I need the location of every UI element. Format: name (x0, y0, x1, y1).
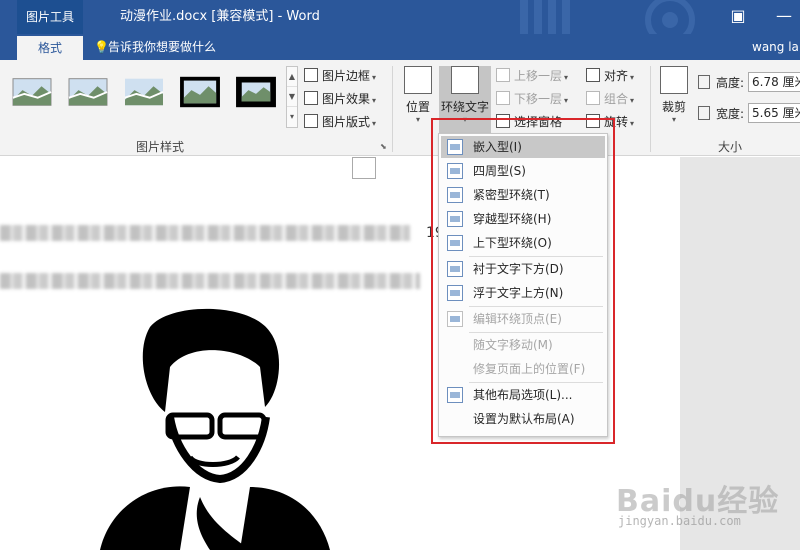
ribbon: ▲ ▼ ▾ 图片边框 ▾ 图片效果 ▾ 图片版式 ▾ 图片样式 ⬊ 位置 ▾ 环绕文字… (0, 60, 800, 156)
blurred-text-line (0, 225, 410, 241)
tell-me-search[interactable]: 💡告诉我你想要做什么 (94, 34, 216, 60)
gallery-up-icon[interactable]: ▲ (287, 67, 297, 87)
bring-forward-button[interactable]: 上移一层 ▾ (496, 66, 568, 86)
gallery-more-icon[interactable]: ▾ (287, 107, 297, 127)
wrap-text-label: 环绕文字 (440, 100, 489, 114)
document-title: 动漫作业.docx [兼容模式] - Word (120, 9, 320, 24)
wrap-text-icon (451, 66, 479, 94)
gallery-down-icon[interactable]: ▼ (287, 87, 297, 107)
position-icon (404, 66, 432, 94)
title-bar-decoration (520, 0, 695, 34)
title-bar: 图片工具 动漫作业.docx [兼容模式] - Word ▣ — (0, 0, 800, 34)
height-label: 高度: (716, 76, 745, 90)
width-icon (698, 106, 710, 120)
crop-label: 裁剪 (661, 100, 686, 114)
picture-border-label: 图片边框 (322, 69, 371, 83)
group-label-size: 大小 (717, 140, 742, 154)
ribbon-display-options-icon[interactable]: ▣ (724, 4, 752, 28)
tab-format[interactable]: 格式 (17, 36, 83, 60)
send-backward-label: 下移一层 (514, 92, 563, 106)
picture-layout-icon (304, 114, 318, 128)
position-label: 位置 (405, 100, 430, 114)
group-separator (650, 66, 651, 152)
blurred-text-line (0, 273, 420, 289)
user-name[interactable]: wang la (752, 34, 799, 60)
crop-button[interactable]: 裁剪 ▾ (656, 66, 692, 136)
crop-icon (660, 66, 688, 94)
picture-style-thumbnail[interactable] (66, 72, 110, 112)
bring-forward-icon (496, 68, 510, 82)
minimize-icon[interactable]: — (770, 4, 798, 28)
height-input[interactable]: 6.78 厘米 (748, 72, 800, 92)
group-separator (392, 66, 393, 152)
align-button[interactable]: 对齐 ▾ (586, 66, 634, 86)
picture-style-thumbnail[interactable] (234, 72, 278, 112)
height-field: 高度: 6.78 厘米 (698, 72, 800, 92)
layout-options-icon[interactable] (352, 157, 376, 179)
highlight-annotation-box (431, 118, 615, 444)
group-label-picture-styles: 图片样式 (135, 140, 184, 154)
dialog-launcher-icon[interactable]: ⬊ (380, 142, 387, 151)
photo-image[interactable] (80, 307, 340, 550)
align-label: 对齐 (604, 69, 629, 83)
height-icon (698, 75, 710, 89)
width-field: 宽度: 5.65 厘米 (698, 103, 800, 123)
picture-tools-context-label: 图片工具 (17, 0, 83, 34)
bring-forward-label: 上移一层 (514, 69, 563, 83)
ribbon-tab-row: 格式 💡告诉我你想要做什么 wang la (0, 34, 800, 60)
width-input[interactable]: 5.65 厘米 (748, 103, 800, 123)
group-button[interactable]: 组合 ▾ (586, 89, 634, 109)
watermark-sub-text: jingyan.baidu.com (618, 514, 741, 528)
tell-me-text: 告诉我你想要做什么 (108, 40, 217, 54)
width-label: 宽度: (716, 107, 745, 121)
picture-border-button[interactable]: 图片边框 ▾ (304, 66, 376, 86)
group-icon (586, 91, 600, 105)
picture-style-thumbnail[interactable] (122, 72, 166, 112)
picture-effects-label: 图片效果 (322, 92, 371, 106)
picture-style-thumbnail[interactable] (10, 72, 54, 112)
baidu-watermark: Baidu经验 jingyan.baidu.com (612, 470, 792, 540)
picture-border-icon (304, 68, 318, 82)
send-backward-button[interactable]: 下移一层 ▾ (496, 89, 568, 109)
picture-layout-button[interactable]: 图片版式 ▾ (304, 112, 376, 132)
picture-effects-button[interactable]: 图片效果 ▾ (304, 89, 376, 109)
group-label: 组合 (604, 92, 629, 106)
style-gallery-scroll[interactable]: ▲ ▼ ▾ (286, 66, 298, 128)
picture-layout-label: 图片版式 (322, 115, 371, 129)
align-icon (586, 68, 600, 82)
lightbulb-icon: 💡 (94, 40, 109, 54)
picture-effects-icon (304, 91, 318, 105)
picture-style-thumbnail[interactable] (178, 72, 222, 112)
send-backward-icon (496, 91, 510, 105)
